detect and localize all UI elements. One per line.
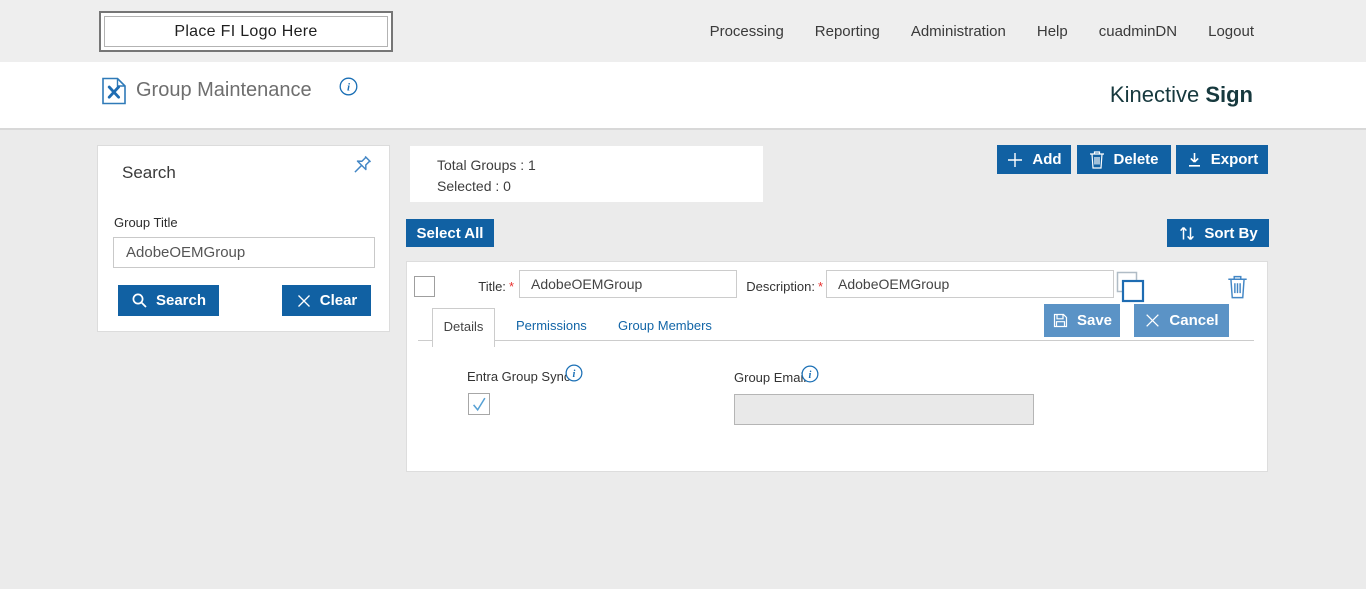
- clear-x-icon: [296, 293, 312, 309]
- group-email-label: Group Email: [734, 370, 807, 385]
- brand-regular: Kinective: [1109, 82, 1200, 107]
- tab-permissions-label: Permissions: [516, 318, 587, 333]
- svg-text:i: i: [573, 369, 576, 380]
- cancel-x-icon: [1144, 312, 1161, 329]
- sort-by-button[interactable]: Sort By: [1167, 219, 1269, 247]
- tab-details[interactable]: Details: [432, 308, 495, 347]
- group-email-input: [734, 394, 1034, 425]
- select-all-button[interactable]: Select All: [406, 219, 494, 247]
- trash-icon: [1089, 150, 1105, 169]
- search-icon: [131, 292, 148, 309]
- group-email-info-icon[interactable]: i: [801, 365, 819, 383]
- tab-details-label: Details: [443, 319, 484, 334]
- brand-bold: Sign: [1205, 82, 1253, 107]
- export-button[interactable]: Export: [1176, 145, 1268, 174]
- entra-group-sync-checkbox[interactable]: [468, 393, 490, 415]
- clear-button-label: Clear: [319, 292, 358, 309]
- tab-permissions[interactable]: Permissions: [516, 318, 587, 333]
- export-button-label: Export: [1210, 151, 1259, 168]
- svg-text:i: i: [809, 370, 812, 381]
- search-button-label: Search: [155, 292, 207, 309]
- tab-group-members-label: Group Members: [618, 318, 712, 333]
- search-panel: Search Group Title Search: [97, 145, 390, 332]
- nav-reporting[interactable]: Reporting: [815, 23, 880, 40]
- nav-administration[interactable]: Administration: [911, 23, 1006, 40]
- plus-icon: [1006, 151, 1024, 169]
- fi-logo-placeholder: Place FI Logo Here: [99, 11, 393, 52]
- save-button[interactable]: Save: [1044, 304, 1120, 337]
- total-groups-count: Total Groups : 1: [437, 157, 536, 173]
- checkmark-icon: [470, 395, 488, 413]
- group-maintenance-icon: [101, 77, 127, 105]
- summary-box: Total Groups : 1 Selected : 0: [410, 146, 763, 202]
- tabs-divider: [418, 340, 1254, 341]
- description-label: Description: *: [746, 279, 823, 294]
- row-trash-icon[interactable]: [1227, 274, 1248, 299]
- selected-count: Selected : 0: [437, 178, 511, 194]
- sort-arrows-icon: [1178, 225, 1196, 242]
- delete-button[interactable]: Delete: [1077, 145, 1171, 174]
- cancel-button[interactable]: Cancel: [1134, 304, 1229, 337]
- pin-icon[interactable]: [347, 153, 374, 180]
- nav-processing[interactable]: Processing: [710, 23, 784, 40]
- page-title: Group Maintenance: [136, 79, 312, 101]
- save-floppy-icon: [1052, 312, 1069, 329]
- nav-help[interactable]: Help: [1037, 23, 1068, 40]
- clear-button[interactable]: Clear: [282, 285, 371, 316]
- row-select-checkbox[interactable]: [414, 276, 435, 297]
- nav-username[interactable]: cuadminDN: [1099, 23, 1177, 40]
- group-row: Title:* Description:* Details Permission…: [406, 261, 1268, 472]
- group-title-input[interactable]: [113, 237, 375, 268]
- required-asterisk: *: [508, 279, 514, 294]
- top-bar: Place FI Logo Here Processing Reporting …: [0, 0, 1366, 62]
- tab-group-members[interactable]: Group Members: [618, 318, 712, 333]
- title-input[interactable]: [519, 270, 737, 298]
- fi-logo-text: Place FI Logo Here: [174, 22, 318, 40]
- entra-group-sync-info-icon[interactable]: i: [565, 364, 583, 382]
- save-button-label: Save: [1076, 312, 1113, 329]
- entra-group-sync-label: Entra Group Sync: [467, 369, 571, 384]
- download-icon: [1186, 151, 1203, 168]
- page-header: Group Maintenance i Kinective Sign: [0, 62, 1366, 130]
- sort-by-button-label: Sort By: [1204, 224, 1258, 242]
- required-asterisk: *: [817, 279, 823, 294]
- delete-button-label: Delete: [1113, 151, 1159, 168]
- nav-logout[interactable]: Logout: [1208, 23, 1254, 40]
- title-label: Title: *: [478, 279, 514, 294]
- search-panel-title: Search: [122, 163, 176, 182]
- add-button-label: Add: [1032, 151, 1062, 168]
- brand-logo: Kinective Sign: [1110, 82, 1253, 108]
- cancel-button-label: Cancel: [1169, 312, 1219, 329]
- group-title-label: Group Title: [114, 215, 178, 230]
- description-input[interactable]: [826, 270, 1114, 298]
- search-button[interactable]: Search: [118, 285, 219, 316]
- select-all-button-label: Select All: [416, 224, 484, 242]
- page-title-info-icon[interactable]: i: [339, 77, 358, 96]
- main-content: Search Group Title Search: [0, 130, 1366, 589]
- add-button[interactable]: Add: [997, 145, 1071, 174]
- copy-icon[interactable]: [1116, 271, 1145, 303]
- top-navigation: Processing Reporting Administration Help…: [710, 0, 1254, 62]
